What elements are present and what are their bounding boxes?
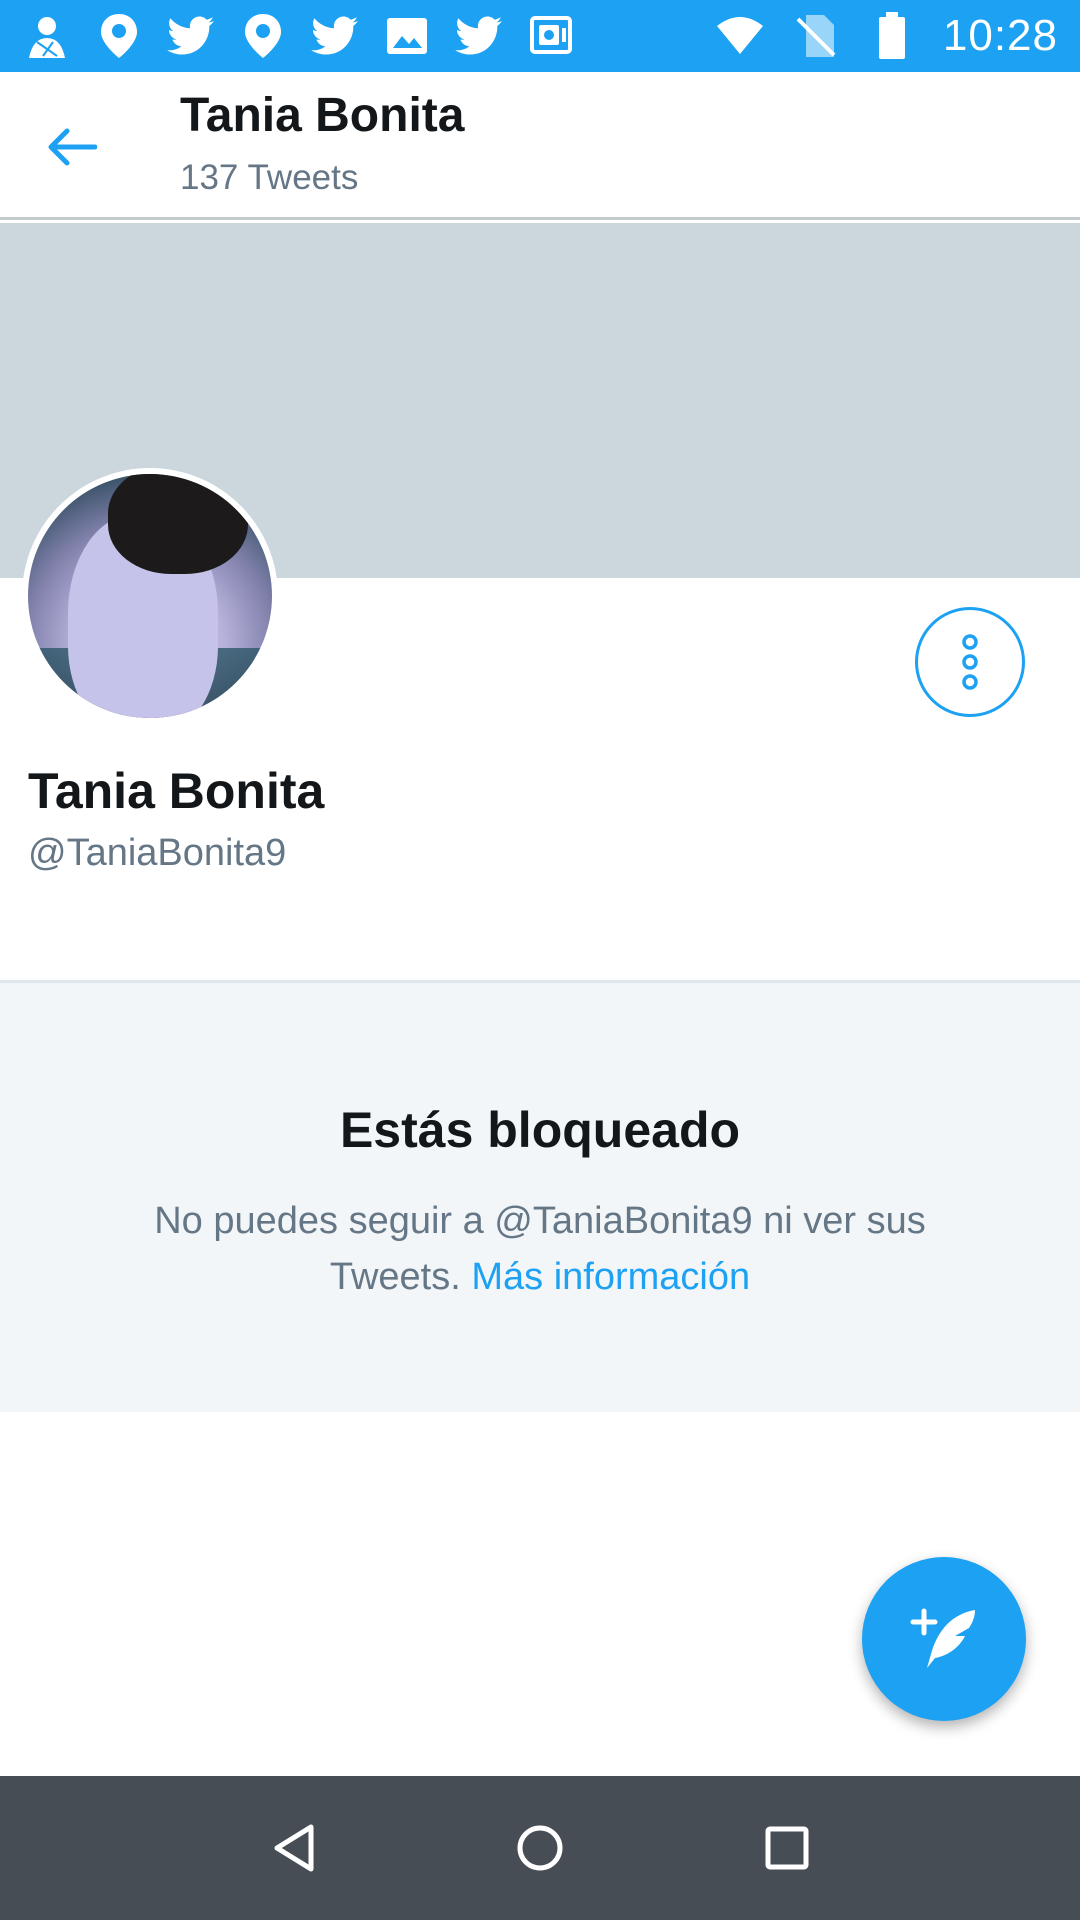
nav-back-button[interactable]	[253, 1808, 333, 1888]
location-pin-icon	[94, 11, 144, 61]
blocked-title: Estás bloqueado	[339, 1102, 741, 1158]
avatar-image	[28, 474, 272, 718]
back-arrow-icon	[48, 128, 97, 166]
profile-name: Tania Bonita	[28, 763, 325, 819]
twitter-bird-icon	[310, 11, 360, 61]
back-triangle-icon	[274, 1824, 314, 1872]
clock-time: 10:28	[942, 11, 1058, 60]
compose-feather-icon	[910, 1608, 975, 1668]
status-bar: 10:28	[0, 0, 1080, 72]
more-options-button[interactable]	[915, 607, 1025, 717]
avatar-icon	[22, 11, 72, 61]
back-button[interactable]	[36, 112, 106, 182]
twitter-bird-icon	[166, 11, 216, 61]
battery-icon	[867, 11, 917, 61]
profile-handle: @TaniaBonita9	[28, 832, 287, 874]
learn-more-link[interactable]: Más información	[471, 1256, 750, 1298]
system-icons: 10:28	[715, 8, 1058, 64]
nav-recents-button[interactable]	[747, 1808, 827, 1888]
no-sim-icon	[791, 11, 841, 61]
notification-icons	[22, 8, 576, 64]
blocked-message-block: No puedes seguir a @TaniaBonita9 ni ver …	[90, 1193, 990, 1305]
home-circle-icon	[517, 1825, 563, 1871]
wifi-icon	[715, 11, 765, 61]
location-pin-icon	[238, 11, 288, 61]
avatar[interactable]	[22, 468, 278, 724]
vault-icon	[526, 11, 576, 61]
recents-square-icon	[765, 1826, 809, 1870]
app-bar: Tania Bonita 137 Tweets	[0, 72, 1080, 220]
compose-tweet-button[interactable]	[862, 1557, 1026, 1721]
image-icon	[382, 11, 432, 61]
blocked-notice: Estás bloqueado No puedes seguir a @Tani…	[0, 980, 1080, 1412]
tweet-count: 137 Tweets	[180, 158, 359, 197]
nav-home-button[interactable]	[500, 1808, 580, 1888]
twitter-bird-icon	[454, 11, 504, 61]
app-bar-title: Tania Bonita	[180, 89, 465, 142]
system-nav-bar	[0, 1776, 1080, 1920]
vertical-dots-icon	[962, 634, 978, 690]
